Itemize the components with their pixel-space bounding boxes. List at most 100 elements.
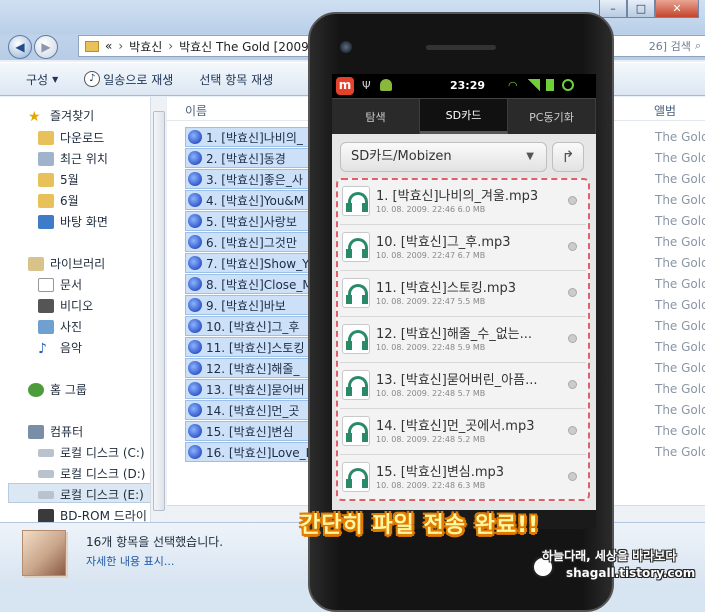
file-meta: 10. 08. 2009. 22:48 6.3 MB <box>376 481 486 490</box>
alarm-icon <box>562 79 574 91</box>
up-arrow-icon: ↱ <box>561 147 575 166</box>
audio-file-icon <box>188 193 202 207</box>
overlay-caption: 간단히 파일 전송 완료!! <box>300 513 540 538</box>
file-name: 6. [박효신]그것만 <box>206 235 297 250</box>
nav-item-videos[interactable]: 비디오 <box>38 297 93 314</box>
nav-label: 바탕 화면 <box>60 215 108 229</box>
list-item[interactable]: 10. [박효신]그_후.mp3 10. 08. 2009. 22:47 6.7 … <box>340 226 586 271</box>
select-radio[interactable] <box>568 426 577 435</box>
close-button[interactable]: ✕ <box>655 0 699 18</box>
list-item[interactable]: 1. [박효신]나비의_겨울.mp3 10. 08. 2009. 22:46 6.… <box>340 180 586 225</box>
album-cell: The Gold <box>655 151 705 165</box>
nav-label: 최근 위치 <box>60 152 108 166</box>
nav-label: 비디오 <box>60 299 94 313</box>
list-item[interactable]: 11. [박효신]스토킹.mp3 10. 08. 2009. 22:47 5.5 … <box>340 272 586 317</box>
tab-sdcard[interactable]: SD카드 <box>420 99 508 134</box>
nav-libraries[interactable]: 라이브러리 <box>28 255 105 272</box>
nav-favorites[interactable]: ★ 즐겨찾기 <box>28 107 94 125</box>
play-all-button[interactable]: ♪ 일송으로 재생 <box>84 71 173 88</box>
play-selected-button[interactable]: 선택 항목 재생 <box>199 71 273 88</box>
folder-icon <box>38 130 54 145</box>
nav-label: 로컬 디스크 (E:) <box>60 488 144 502</box>
selection-count: 16개 항목을 선택했습니다. <box>86 535 224 549</box>
file-name: 10. [박효신]그_후 <box>206 319 300 334</box>
pictures-icon <box>38 319 54 334</box>
nav-homegroup[interactable]: 홈 그룹 <box>28 381 87 398</box>
select-radio[interactable] <box>568 242 577 251</box>
recent-places-icon <box>38 151 54 166</box>
forward-button[interactable]: ▶ <box>34 35 58 59</box>
nav-drive-d[interactable]: 로컬 디스크 (D:) <box>38 465 145 482</box>
nav-item-may[interactable]: 5월 <box>38 171 79 188</box>
bd-rom-icon <box>38 508 54 523</box>
wifi-icon: ◠ <box>508 79 518 92</box>
video-icon <box>38 298 54 313</box>
camera-icon <box>340 41 352 53</box>
folder-icon <box>85 40 99 52</box>
chevron-down-icon: ▼ <box>526 151 534 162</box>
nav-computer[interactable]: 컴퓨터 <box>28 423 83 440</box>
select-radio[interactable] <box>568 288 577 297</box>
nav-drive-e[interactable]: 로컬 디스크 (E:) <box>38 486 144 503</box>
homegroup-icon <box>28 382 44 397</box>
audio-file-icon <box>188 151 202 165</box>
select-radio[interactable] <box>568 334 577 343</box>
search-input[interactable]: 26] 검색 ⌕ <box>612 35 705 57</box>
tab-browse[interactable]: 탐색 <box>332 99 420 134</box>
nav-item-downloads[interactable]: 다운로드 <box>38 129 104 146</box>
nav-scrollbar[interactable] <box>150 97 166 527</box>
breadcrumb-artist[interactable]: 박효신 <box>129 38 162 55</box>
file-name: 1. [박효신]나비의_겨울.mp3 <box>376 189 539 204</box>
organize-button[interactable]: 구성 ▼ <box>26 71 58 88</box>
nav-item-pictures[interactable]: 사진 <box>38 318 82 335</box>
headphone-icon <box>342 416 370 446</box>
album-cell: The Gold <box>655 445 705 459</box>
file-name: 11. [박효신]스토킹.mp3 <box>376 281 517 296</box>
select-radio[interactable] <box>568 472 577 481</box>
audio-file-icon <box>188 319 202 333</box>
audio-file-icon <box>188 445 202 459</box>
list-item[interactable]: 12. [박효신]해줄_수_없는... 10. 08. 2009. 22:48 5… <box>340 318 586 363</box>
album-cell: The Gold <box>655 193 705 207</box>
nav-item-desktop[interactable]: 바탕 화면 <box>38 213 108 230</box>
path-label: SD카드/Mobizen <box>351 149 452 164</box>
breadcrumb-root[interactable]: « <box>105 39 112 53</box>
back-button[interactable]: ◀ <box>8 35 32 59</box>
android-debug-icon <box>380 79 392 91</box>
select-radio[interactable] <box>568 196 577 205</box>
maximize-button[interactable]: □ <box>627 0 655 18</box>
list-item[interactable]: 13. [박효신]묻어버린_아픔... 10. 08. 2009. 22:48 5… <box>340 364 586 409</box>
select-radio[interactable] <box>568 380 577 389</box>
tab-pc-sync[interactable]: PC동기화 <box>508 99 596 134</box>
album-cell: The Gold <box>655 319 705 333</box>
breadcrumb-album[interactable]: 박효신 The Gold [2009.0 <box>179 38 320 55</box>
headphone-icon <box>342 370 370 400</box>
search-placeholder: 26] 검색 <box>648 40 691 53</box>
up-folder-button[interactable]: ↱ <box>552 142 584 172</box>
nav-drive-c[interactable]: 로컬 디스크 (C:) <box>38 444 145 461</box>
usb-icon: Ψ <box>362 79 371 92</box>
path-dropdown[interactable]: SD카드/Mobizen ▼ <box>340 142 547 172</box>
computer-icon <box>28 424 44 439</box>
music-icon: ♪ <box>38 340 47 357</box>
list-item[interactable]: 15. [박효신]변심.mp3 10. 08. 2009. 22:48 6.3 M… <box>340 456 586 501</box>
nav-label: 로컬 디스크 (D:) <box>60 467 146 481</box>
nav-label: 홈 그룹 <box>50 383 87 397</box>
nav-label: 로컬 디스크 (C:) <box>60 446 145 460</box>
breadcrumb-separator: › <box>118 39 124 53</box>
list-item[interactable]: 14. [박효신]먼_곳에서.mp3 10. 08. 2009. 22:48 5.… <box>340 410 586 455</box>
nav-item-recent[interactable]: 최근 위치 <box>38 150 108 167</box>
nav-label: 라이브러리 <box>50 257 106 271</box>
forward-arrow-icon: ▶ <box>41 40 51 54</box>
play-all-label: 일송으로 재생 <box>103 72 174 87</box>
scroll-thumb[interactable] <box>153 111 165 511</box>
album-cell: The Gold <box>655 382 705 396</box>
show-details-link[interactable]: 자세한 내용 표시... <box>86 553 174 569</box>
minimize-button[interactable]: – <box>599 0 627 18</box>
file-name: 10. [박효신]그_후.mp3 <box>376 235 511 250</box>
nav-item-music[interactable]: ♪ 음악 <box>38 339 82 357</box>
nav-item-june[interactable]: 6월 <box>38 192 79 209</box>
column-header-name[interactable]: 이름 <box>185 102 207 119</box>
column-header-album[interactable]: 앨범 <box>654 102 676 119</box>
nav-item-documents[interactable]: 문서 <box>38 276 82 293</box>
